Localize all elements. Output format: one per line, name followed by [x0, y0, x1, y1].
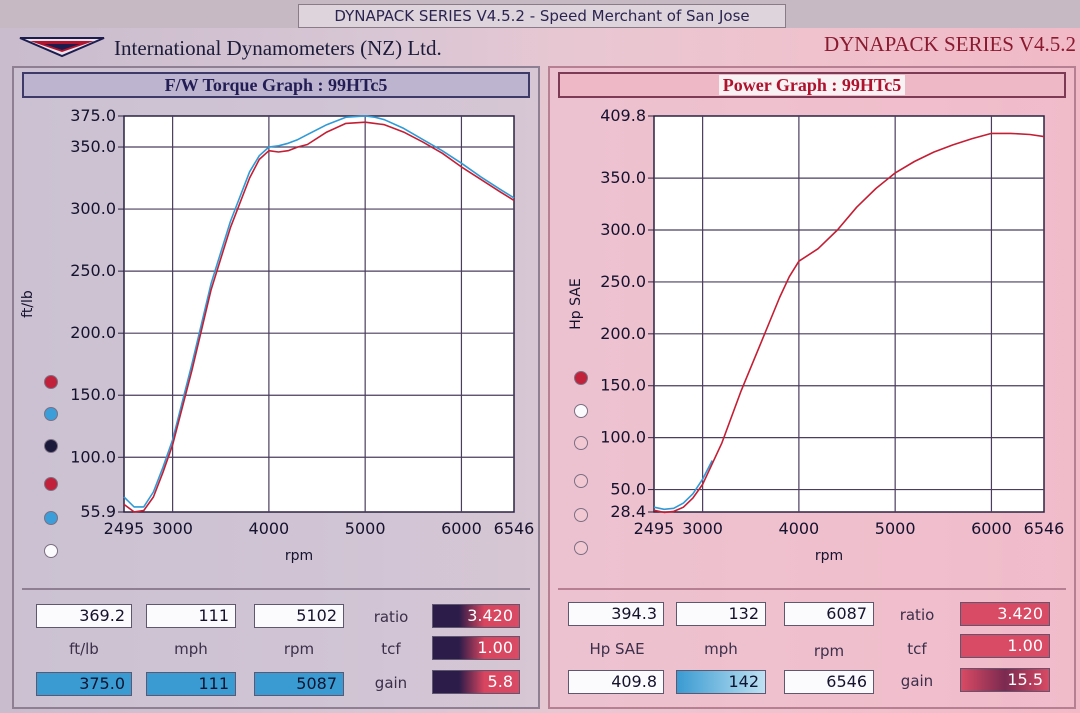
run-select-radio-2[interactable]	[574, 404, 588, 418]
power-value-box: 394.3	[568, 602, 664, 626]
power-readouts: 394.3 132 6087 Hp SAE mph rpm 409.8 142 …	[558, 588, 1066, 704]
torque-ratio-label: ratio	[373, 608, 409, 626]
torque-gain-label: gain	[374, 674, 408, 692]
power-x-tick-label: 3000	[682, 519, 723, 538]
torque-y-tick-label: 300.0	[70, 199, 116, 218]
power-unit-label: Hp SAE	[589, 640, 645, 658]
torque-gain-field[interactable]: 5.8	[432, 670, 520, 694]
torque-graph-title-text: F/W Torque Graph : 99HTc5	[164, 75, 388, 95]
power-y-tick-label: 200.0	[600, 324, 646, 343]
torque-panel: F/W Torque Graph : 99HTc5 55.9 100.0 150.0…	[12, 66, 540, 709]
run-select-radio-6[interactable]	[574, 541, 588, 555]
power-y-axis-label: Hp SAE	[568, 278, 584, 329]
power-mph-label: mph	[704, 640, 738, 658]
window-title: DYNAPACK SERIES V4.5.2 - Speed Merchant …	[298, 4, 786, 28]
torque-readouts: 369.2 111 5102 ft/lb mph rpm 375.0 111 5…	[22, 588, 530, 704]
run-select-radio-5[interactable]	[574, 508, 588, 522]
power-x-tick-label: 6000	[971, 519, 1012, 538]
run-select-radio-3[interactable]	[44, 439, 58, 453]
torque-x-tick-label: 5000	[345, 519, 386, 538]
power-peak-box: 409.8	[568, 670, 664, 694]
power-ratio-field[interactable]: 3.420	[960, 602, 1050, 626]
power-mph-box: 132	[676, 602, 766, 626]
power-y-tick-label: 50.0	[610, 480, 646, 499]
power-gain-label: gain	[900, 672, 934, 690]
torque-graph-title: F/W Torque Graph : 99HTc5	[22, 72, 530, 98]
power-rpm-label: rpm	[813, 642, 845, 660]
power-x-tick-label: 2495	[634, 519, 675, 538]
run-select-radio-4[interactable]	[44, 477, 58, 491]
torque-x-tick-label: 2495	[104, 519, 145, 538]
run-select-radio-5[interactable]	[44, 511, 58, 525]
torque-rpm-box: 5102	[254, 604, 344, 628]
power-y-tick-label: 150.0	[600, 376, 646, 395]
power-ratio-label: ratio	[899, 606, 935, 624]
run-select-radio-2[interactable]	[44, 407, 58, 421]
power-y-tick-label: 409.8	[600, 106, 646, 125]
power-y-tick-label: 300.0	[600, 220, 646, 239]
power-y-tick-label: 250.0	[600, 272, 646, 291]
app-header: International Dynamometers (NZ) Ltd. DYN…	[0, 28, 1080, 66]
power-y-tick-label: 350.0	[600, 168, 646, 187]
power-y-tick-label: 100.0	[600, 428, 646, 447]
torque-y-tick-label: 250.0	[70, 261, 116, 280]
power-peak-rpm-box: 6546	[784, 670, 874, 694]
power-graph-title-text: Power Graph : 99HTc5	[718, 75, 906, 95]
torque-mph-label: mph	[174, 640, 208, 658]
power-x-tick-label: 6546	[1024, 519, 1065, 538]
run-select-radio-6[interactable]	[44, 544, 58, 558]
run-select-radio-4[interactable]	[574, 474, 588, 488]
torque-tcf-field[interactable]: 1.00	[432, 636, 520, 660]
torque-y-tick-label: 375.0	[70, 106, 116, 125]
power-chart[interactable]: 28.450.0100.0150.0200.0250.0300.0350.040…	[550, 102, 1074, 582]
window-titlebar[interactable]: DYNAPACK SERIES V4.5.2 - Speed Merchant …	[0, 0, 1080, 28]
power-x-tick-label: 4000	[779, 519, 820, 538]
company-logo-icon	[19, 37, 105, 58]
torque-x-tick-label: 6000	[441, 519, 482, 538]
torque-peak-mph-box: 111	[146, 672, 236, 696]
torque-x-tick-label: 4000	[249, 519, 290, 538]
torque-ratio-field[interactable]: 3.420	[432, 604, 520, 628]
torque-x-tick-label: 6546	[494, 519, 535, 538]
torque-unit-label: ft/lb	[69, 640, 99, 658]
torque-y-tick-label: 350.0	[70, 137, 116, 156]
power-tcf-label: tcf	[907, 640, 927, 658]
torque-chart[interactable]: 55.9100.0150.0200.0250.0300.0350.0375.02…	[14, 102, 538, 582]
power-gain-field[interactable]: 15.5	[960, 668, 1050, 692]
power-plot-area[interactable]	[653, 115, 1045, 513]
torque-rpm-label: rpm	[283, 640, 315, 658]
torque-tcf-label: tcf	[381, 640, 401, 658]
power-peak-mph-box: 142	[676, 670, 766, 694]
power-x-axis-label: rpm	[815, 548, 843, 564]
run-select-radio-1[interactable]	[44, 375, 58, 389]
power-x-tick-label: 5000	[875, 519, 916, 538]
torque-plot-area[interactable]	[123, 115, 515, 513]
power-rpm-box: 6087	[784, 602, 874, 626]
torque-y-tick-label: 100.0	[70, 447, 116, 466]
torque-y-tick-label: 150.0	[70, 385, 116, 404]
torque-y-tick-label: 200.0	[70, 323, 116, 342]
torque-x-tick-label: 3000	[152, 519, 193, 538]
run-select-radio-1[interactable]	[574, 371, 588, 385]
power-tcf-field[interactable]: 1.00	[960, 634, 1050, 658]
run-select-radio-3[interactable]	[574, 436, 588, 450]
torque-y-axis-label: ft/lb	[20, 290, 36, 318]
power-graph-title: Power Graph : 99HTc5	[558, 72, 1066, 98]
torque-x-axis-label: rpm	[285, 548, 313, 564]
torque-value-box: 369.2	[36, 604, 132, 628]
torque-peak-box: 375.0	[36, 672, 132, 696]
series-version: DYNAPACK SERIES V4.5.2	[823, 32, 1076, 56]
company-name: International Dynamometers (NZ) Ltd.	[114, 36, 442, 60]
torque-mph-box: 111	[146, 604, 236, 628]
power-panel: Power Graph : 99HTc5 28.4 50.0 100.0 150.0 2…	[548, 66, 1076, 709]
torque-peak-rpm-box: 5087	[254, 672, 344, 696]
